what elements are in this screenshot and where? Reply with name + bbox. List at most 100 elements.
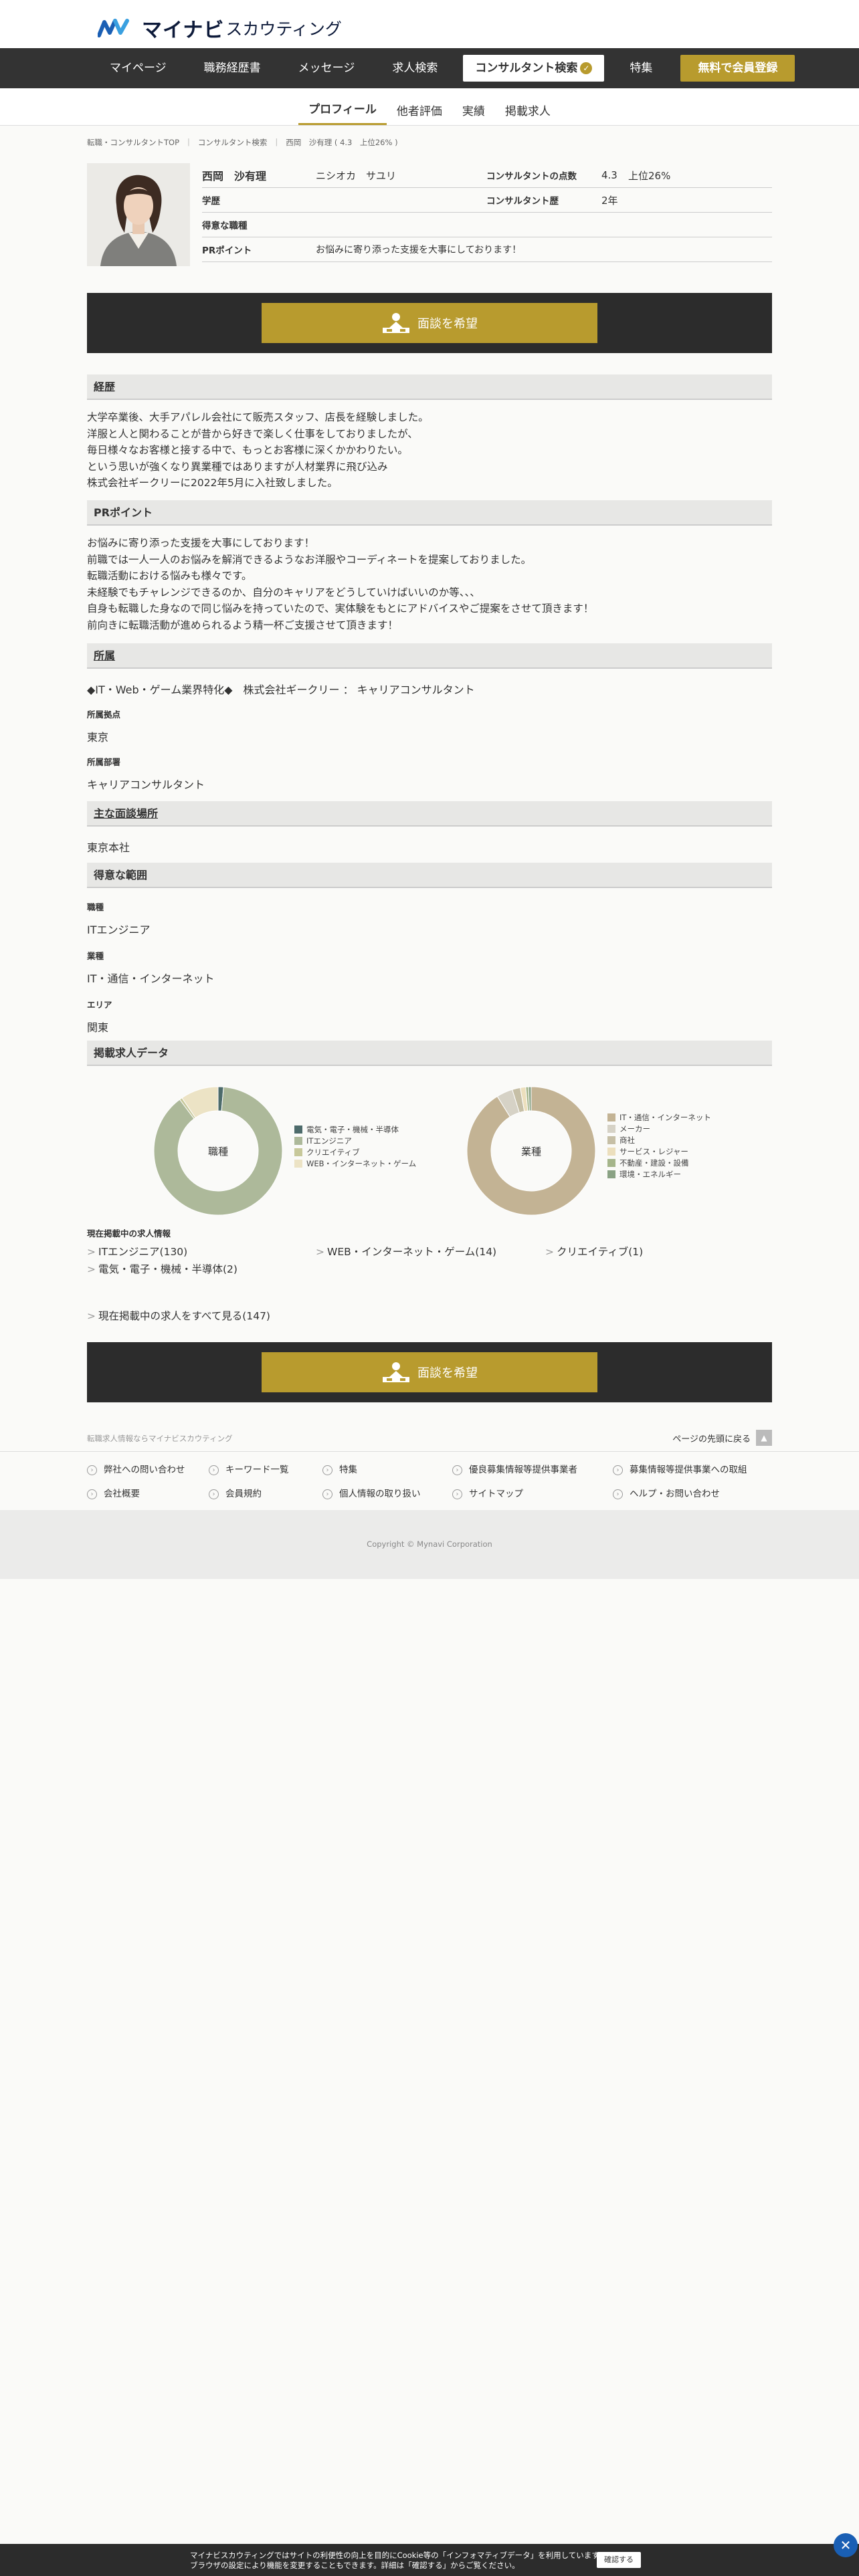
footer-link[interactable]: › 特集 (322, 1462, 357, 1475)
chevron-right-icon: › (322, 1489, 332, 1499)
industry-value: IT・通信・インターネット (87, 972, 215, 985)
nav-mypage[interactable]: マイページ (91, 55, 185, 82)
profile-row-name: 西岡 沙有理 ニシオカ サユリ コンサルタントの点数 4.3 上位26% (202, 163, 772, 188)
legend-item: ITエンジニア (294, 1135, 416, 1146)
footer-link[interactable]: › 個人情報の取り扱い (322, 1486, 421, 1499)
footer-link-label: 個人情報の取り扱い (339, 1489, 421, 1499)
affiliation-company: ◆IT・Web・ゲーム業界特化◆ 株式会社ギークリー ： キャリアコンサルタント (87, 683, 475, 696)
job-link-label: ITエンジニア(130) (98, 1246, 188, 1258)
donut-legend-industry: IT・通信・インターネット メーカー 商社 サービス・レジャー 不動産・建設・設備 環境・… (607, 1111, 711, 1180)
interview-icon (383, 313, 409, 333)
footer-link-label: キーワード一覧 (225, 1465, 289, 1475)
back-to-top-link[interactable]: ページの先頭に戻る ▲ (672, 1430, 772, 1446)
dept-value: キャリアコンサルタント (87, 778, 205, 791)
close-icon[interactable]: ✕ (834, 2533, 858, 2557)
tab-profile[interactable]: プロフィール (298, 100, 387, 125)
industry-label: 業種 (87, 951, 104, 961)
breadcrumb-item[interactable]: コンサルタント検索 (198, 137, 268, 148)
area-label: エリア (87, 1000, 112, 1010)
register-button[interactable]: 無料で会員登録 (680, 55, 795, 82)
nav-feature[interactable]: 特集 (611, 55, 671, 82)
tab-jobs[interactable]: 掲載求人 (495, 102, 561, 125)
chevron-right-icon: > (87, 1310, 96, 1322)
job-value: ITエンジニア (87, 924, 151, 936)
text-line: お悩みに寄り添った支援を大事にしております！ (87, 537, 315, 549)
section-heading: 所属 (87, 643, 772, 669)
chevron-right-icon: › (613, 1489, 623, 1499)
copyright: Copyright © Mynavi Corporation (0, 1510, 859, 1579)
footer-link[interactable]: › 弊社への問い合わせ (87, 1462, 185, 1475)
job-link[interactable]: > WEB・インターネット・ゲーム(14) (316, 1244, 496, 1259)
tab-results[interactable]: 実績 (452, 102, 495, 125)
section-heading: 掲載求人データ (87, 1041, 772, 1066)
footer-link[interactable]: › ヘルプ・お問い合わせ (613, 1486, 720, 1499)
legend-item: クリエイティブ (294, 1146, 416, 1158)
legend-swatch (294, 1125, 302, 1134)
footer-top: 転職求人情報ならマイナビスカウティング ページの先頭に戻る ▲ (87, 1430, 772, 1447)
consultant-name: 西岡 沙有理 (202, 170, 267, 183)
area-value: 関東 (87, 1021, 109, 1034)
nav-resume[interactable]: 職務経歴書 (185, 55, 280, 82)
chevron-right-icon: › (87, 1465, 97, 1475)
profile-row-pr: PRポイント お悩みに寄り添った支援を大事にしております！ (202, 237, 772, 262)
footer-link[interactable]: › 募集情報等提供事業への取組 (613, 1462, 747, 1475)
job-link-label: WEB・インターネット・ゲーム(14) (327, 1246, 497, 1258)
nav-consultant-search[interactable]: コンサルタント検索 ✓ (463, 55, 605, 82)
request-interview-button[interactable]: 面談を希望 (262, 303, 597, 343)
footer-link-label: 募集情報等提供事業への取組 (630, 1465, 747, 1475)
meeting-place: 東京本社 (87, 841, 130, 854)
section-heading: PRポイント (87, 500, 772, 526)
footer-divider (0, 1451, 859, 1452)
section-heading: 経歴 (87, 374, 772, 400)
footer-link-label: サイトマップ (469, 1489, 523, 1499)
score-rank: 上位26% (628, 169, 671, 182)
legend-item: サービス・レジャー (607, 1146, 711, 1157)
pr-text: お悩みに寄り添った支援を大事にしております！ 前職では一人一人のお悩みを解消でき… (87, 535, 772, 633)
legend-swatch (294, 1148, 302, 1156)
job-link[interactable]: > クリエイティブ(1) (545, 1244, 643, 1259)
legend-item: WEB・インターネット・ゲーム (294, 1158, 416, 1169)
footer-link[interactable]: › キーワード一覧 (209, 1462, 289, 1475)
text-line: という思いが強くなり異業種ではありますが人材業界に飛び込み (87, 460, 388, 473)
job-label: 職種 (87, 902, 104, 912)
cookie-text: マイナビスカウティングではサイトの利便性の向上を目的にCookie等の「インフォ… (190, 2551, 606, 2571)
breadcrumb-separator: | (275, 137, 278, 146)
text-line: 転職活動における悩みも様々です。 (87, 570, 252, 582)
cta-bar: 面談を希望 (87, 293, 772, 353)
request-interview-label: 面談を希望 (417, 1366, 478, 1380)
cookie-confirm-button[interactable]: 確認する (597, 2552, 641, 2568)
legend-label: サービス・レジャー (619, 1146, 688, 1156)
site-logo[interactable]: マイナビ スカウティング (98, 13, 342, 43)
footer-link-label: 優良募集情報等提供事業者 (469, 1465, 577, 1475)
footer-link[interactable]: › 会社概要 (87, 1486, 140, 1499)
request-interview-button[interactable]: 面談を希望 (262, 1352, 597, 1392)
donut-legend-job: 電気・電子・機械・半導体 ITエンジニア クリエイティブ WEB・インターネット・ゲー… (294, 1123, 416, 1169)
chevron-right-icon: › (87, 1489, 97, 1499)
experience-label: コンサルタント歴 (486, 196, 559, 207)
consultant-photo (87, 163, 190, 266)
text-line: 前職では一人一人のお悩みを解消できるようなお洋服やコーディネートを提案しておりま… (87, 553, 532, 566)
section-heading-text: 所属 (94, 649, 116, 662)
profile-tabs: プロフィール 他者評価 実績 掲載求人 (0, 88, 859, 126)
tab-reviews[interactable]: 他者評価 (387, 102, 452, 125)
request-interview-label: 面談を希望 (417, 317, 478, 331)
footer-link[interactable]: › 会員規約 (209, 1486, 262, 1499)
profile-row-job: 得意な職種 (202, 213, 772, 237)
footer-link[interactable]: › サイトマップ (452, 1486, 523, 1499)
pr-label: PRポイント (202, 245, 252, 256)
footer-link-label: 弊社への問い合わせ (104, 1465, 185, 1475)
nav-job-search[interactable]: 求人検索 (373, 55, 456, 82)
text-line: 洋服と人と関わることが昔から好きで楽しく仕事をしておりましたが、 (87, 427, 418, 440)
text-line: 自身も転職した身なので同じ悩みを持っていたので、実体験をもとにアドバイスやご提案… (87, 603, 594, 615)
text-line: 前向きに転職活動が進められるよう精一杯ご支援させて頂きます！ (87, 619, 399, 631)
legend-swatch (607, 1170, 615, 1178)
job-link-label: クリエイティブ(1) (557, 1246, 644, 1258)
nav-message[interactable]: メッセージ (280, 55, 374, 82)
job-link[interactable]: > 電気・電子・機械・半導体(2) (87, 1261, 237, 1276)
job-link[interactable]: > ITエンジニア(130) (87, 1244, 187, 1259)
see-all-jobs-link[interactable]: > 現在掲載中の求人をすべて見る(147) (87, 1308, 270, 1323)
footer-link[interactable]: › 優良募集情報等提供事業者 (452, 1462, 577, 1475)
chevron-right-icon: > (545, 1246, 554, 1258)
breadcrumb-item[interactable]: 転職・コンサルタントTOP (87, 137, 179, 148)
legend-swatch (607, 1136, 615, 1144)
